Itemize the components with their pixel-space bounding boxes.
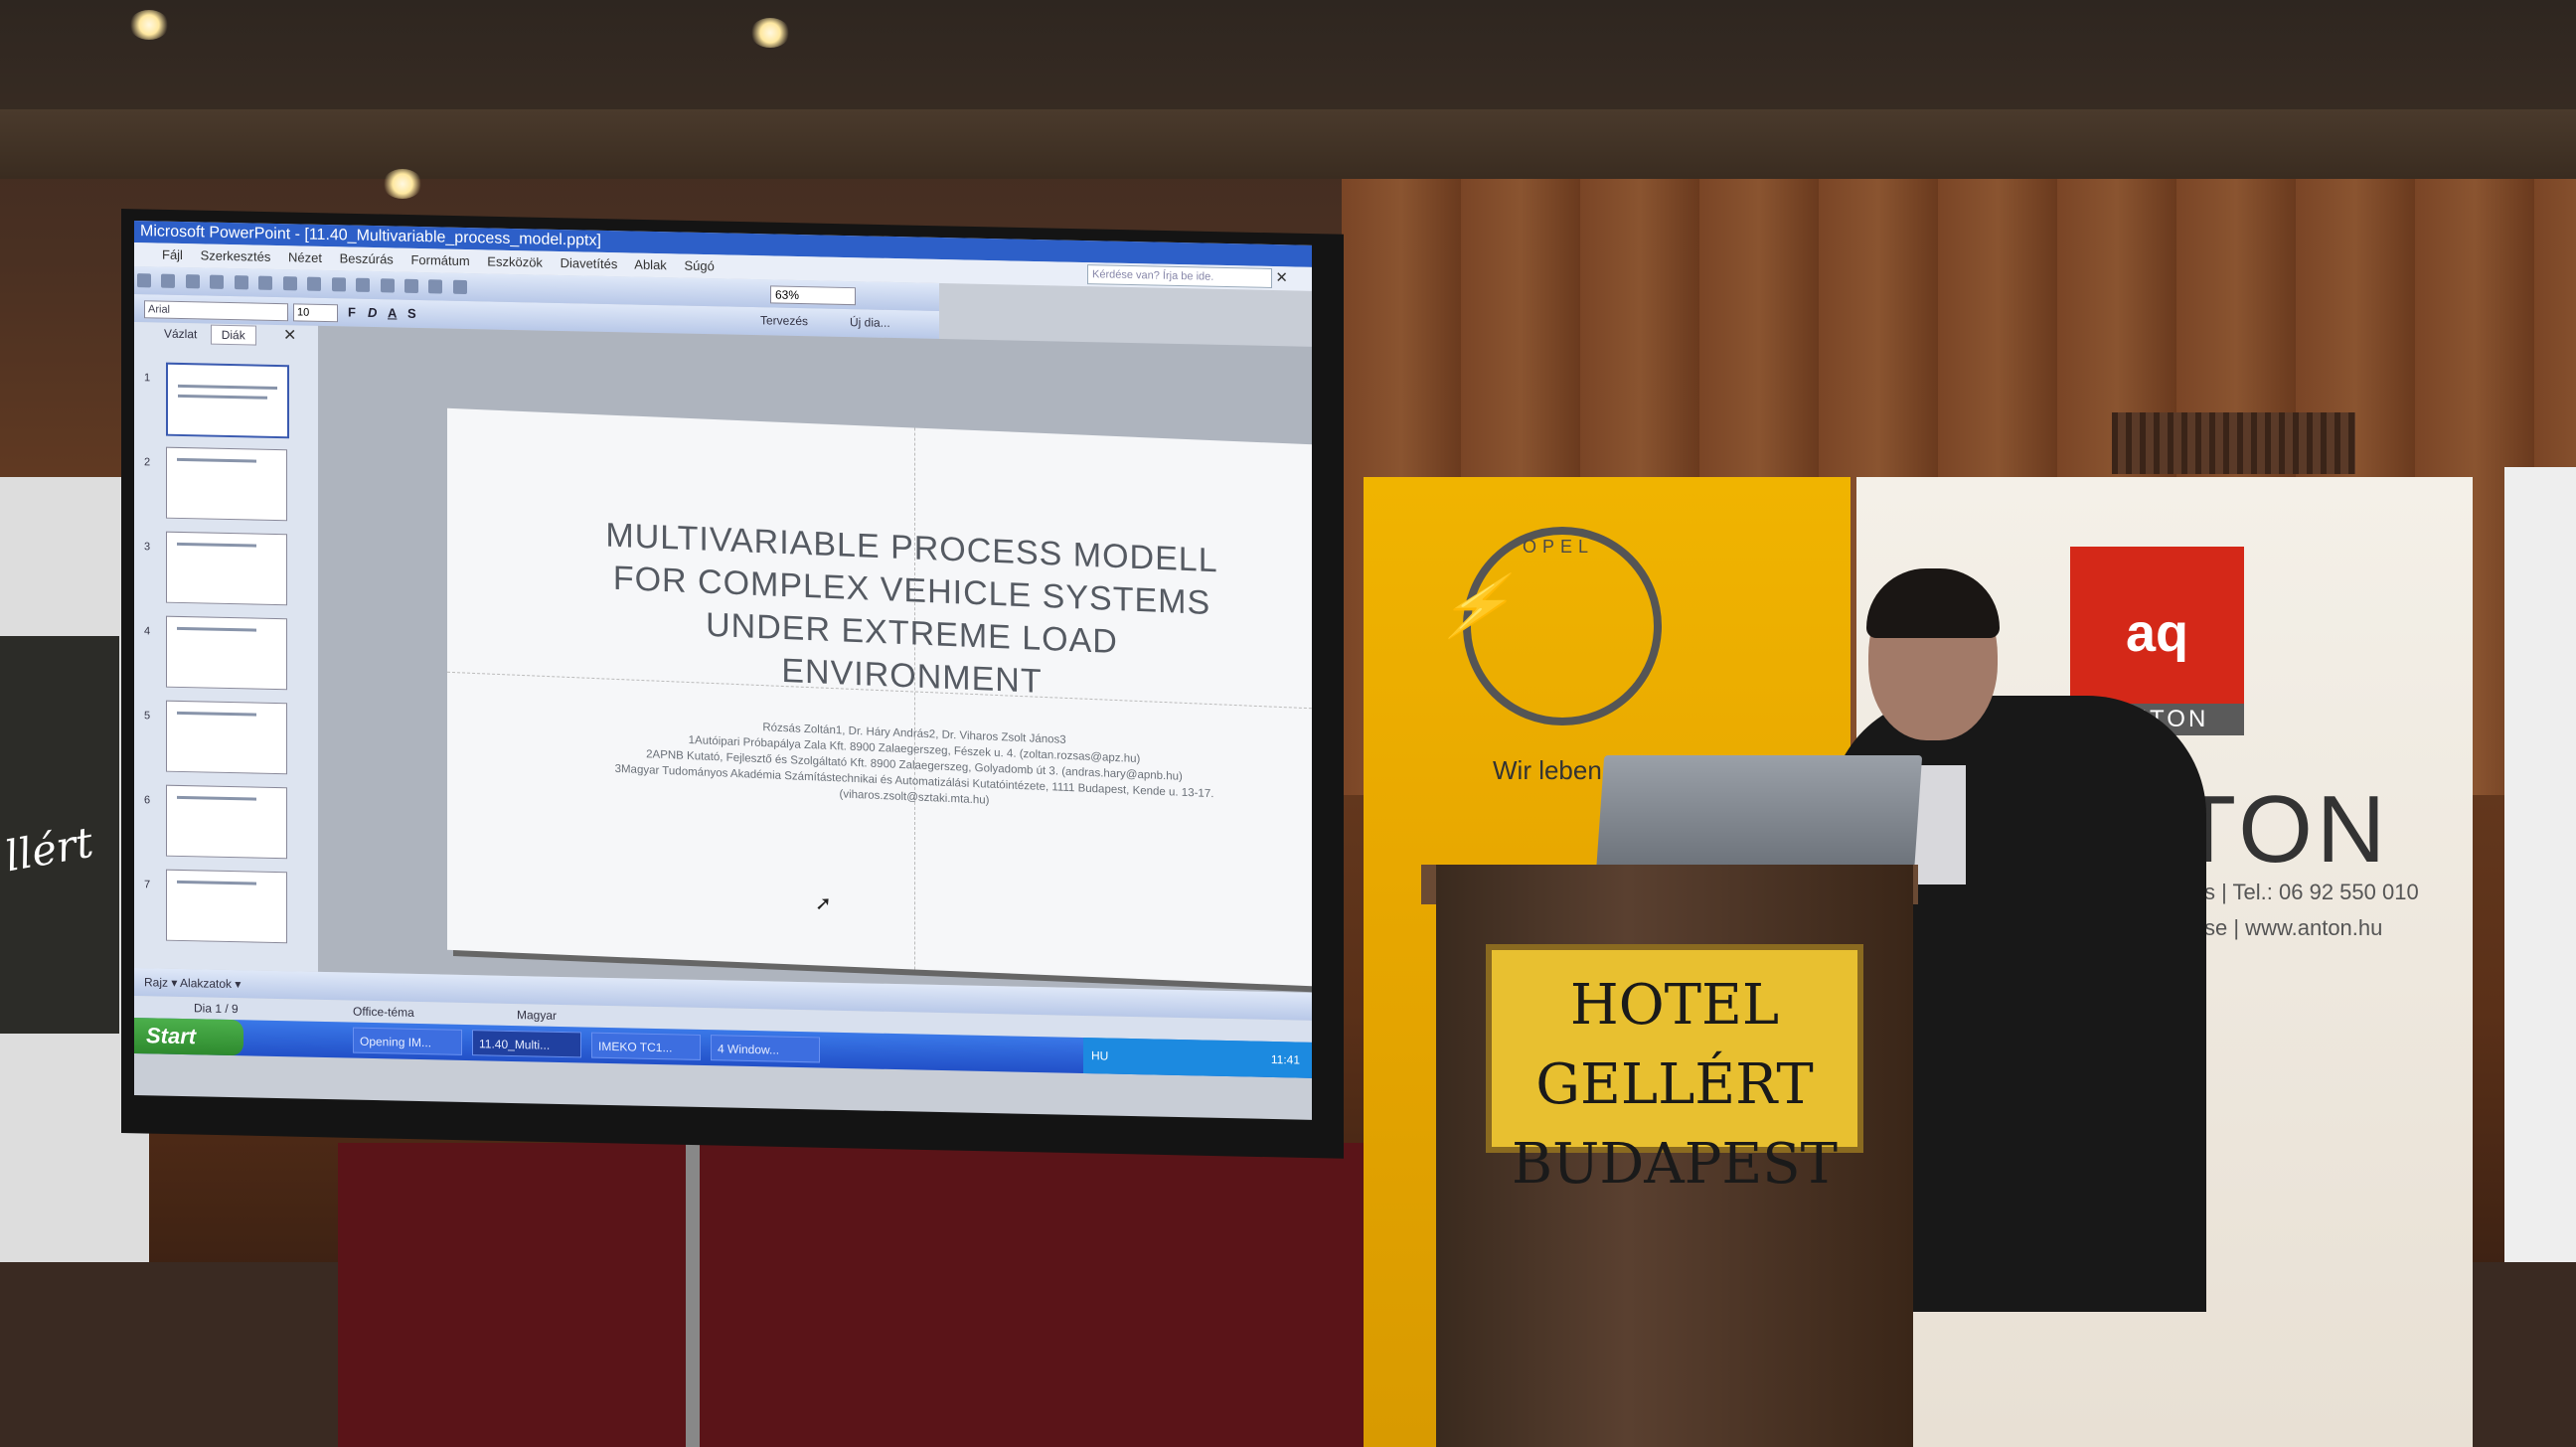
tab-slides[interactable]: Diák: [210, 324, 256, 346]
slide-editing-area: MULTIVARIABLE PROCESS MODELL FOR COMPLEX…: [318, 325, 1312, 993]
menu-file[interactable]: Fájl: [162, 247, 183, 262]
slide-thumbnail[interactable]: [166, 531, 287, 606]
slide-authors[interactable]: Rózsás Zoltán1, Dr. Háry András2, Dr. Vi…: [566, 712, 1262, 820]
zoom-select[interactable]: 63%: [770, 285, 856, 306]
theme-name: Office-téma: [353, 1004, 414, 1020]
ceiling-light: [383, 169, 422, 199]
opel-bolt-icon: ⚡: [1430, 572, 1530, 639]
thumb-text-line: [178, 384, 277, 391]
menu-insert[interactable]: Beszúrás: [340, 250, 394, 266]
pane-close-icon[interactable]: ✕: [283, 325, 296, 345]
podium-plaque: HOTEL GELLÉRT BUDAPEST: [1486, 944, 1863, 1197]
spell-icon[interactable]: [258, 275, 273, 290]
taskbar-clock: 11:41: [1270, 1051, 1300, 1067]
thumbnail-number: 4: [144, 625, 151, 638]
tab-outline[interactable]: Vázlat: [154, 324, 207, 343]
menu-view[interactable]: Nézet: [288, 249, 322, 265]
slide-title[interactable]: MULTIVARIABLE PROCESS MODELL FOR COMPLEX…: [547, 512, 1277, 714]
shadow-button[interactable]: S: [407, 306, 416, 321]
menu-slideshow[interactable]: Diavetítés: [561, 255, 618, 271]
chart-icon[interactable]: [403, 278, 418, 293]
mouse-cursor-icon: ➚: [815, 892, 832, 916]
thumbnail-number: 5: [144, 710, 151, 723]
slide-thumbnail[interactable]: [166, 615, 287, 691]
underline-button[interactable]: A: [388, 305, 397, 320]
italic-button[interactable]: D: [368, 305, 377, 320]
close-icon[interactable]: ✕: [1275, 266, 1288, 290]
help-search-input[interactable]: Kérdése van? Írja be ide.: [1087, 264, 1272, 288]
print-icon[interactable]: [210, 274, 225, 289]
opel-slogan: Wir leben: [1493, 755, 1602, 785]
slide-thumbnail[interactable]: [166, 362, 289, 439]
cut-icon[interactable]: [282, 276, 297, 291]
new-icon[interactable]: [137, 273, 151, 288]
wall-vent: [2112, 412, 2355, 474]
paste-icon[interactable]: [331, 277, 346, 292]
thumb-text-line: [177, 795, 256, 801]
guide-line: [914, 427, 915, 970]
input-language[interactable]: HU: [1091, 1038, 1108, 1073]
pane-tabs: Vázlat Diák: [154, 322, 256, 346]
thumb-text-line: [177, 880, 256, 885]
plaque-line: HOTEL GELLÉRT: [1535, 973, 1814, 1117]
thumb-text-line: [177, 457, 256, 463]
ceiling-light: [129, 10, 169, 40]
ceiling-band: [0, 109, 2576, 179]
slide-counter: Dia 1 / 9: [194, 1001, 239, 1017]
thumb-text-line: [177, 626, 256, 632]
draw-menu[interactable]: Rajz ▾ Alakzatok ▾: [144, 975, 241, 991]
grid-icon[interactable]: [452, 279, 467, 295]
slide-thumbnail[interactable]: [166, 869, 287, 944]
anton-contact: s | Tel.: 06 92 550 010 se | www.anton.h…: [2204, 875, 2419, 946]
start-button[interactable]: Start: [134, 1018, 243, 1056]
system-tray: HU 11:41: [1083, 1038, 1312, 1078]
thumbnail-number: 1: [144, 372, 151, 385]
taskbar-item[interactable]: Opening IM...: [353, 1027, 462, 1055]
thumbnail-number: 3: [144, 541, 151, 554]
thumbnail-number: 2: [144, 456, 151, 469]
taskbar-item[interactable]: IMEKO TC1...: [591, 1032, 701, 1060]
taskbar-item[interactable]: 11.40_Multi...: [472, 1030, 581, 1058]
slide-thumbnail[interactable]: [166, 784, 287, 860]
projection-screen: Microsoft PowerPoint - [11.40_Multivaria…: [134, 221, 1312, 1120]
thumb-text-line: [177, 711, 256, 717]
slides-pane: Vázlat Diák ✕ 1 2 3 4 5 6 7: [134, 322, 318, 972]
new-slide-button[interactable]: Új dia...: [850, 315, 890, 330]
plaque-line: BUDAPEST: [1512, 1132, 1838, 1197]
ceiling-light: [750, 18, 790, 48]
thumbnail-number: 6: [144, 794, 151, 807]
slide-thumbnail[interactable]: [166, 446, 287, 522]
design-button[interactable]: Tervezés: [760, 313, 808, 328]
right-banner: [2504, 467, 2576, 1262]
redo-icon[interactable]: [380, 278, 395, 293]
copy-icon[interactable]: [307, 276, 322, 291]
language-status: Magyar: [517, 1008, 558, 1023]
bold-button[interactable]: F: [348, 305, 356, 320]
menu-window[interactable]: Ablak: [634, 257, 667, 273]
open-icon[interactable]: [161, 273, 176, 288]
thumb-text-line: [178, 394, 267, 400]
save-icon[interactable]: [185, 274, 200, 289]
menu-tools[interactable]: Eszközök: [487, 253, 543, 269]
slide-thumbnail[interactable]: [166, 700, 287, 775]
thumbnail-number: 7: [144, 879, 151, 891]
menu-help[interactable]: Súgó: [684, 258, 714, 274]
current-slide[interactable]: MULTIVARIABLE PROCESS MODELL FOR COMPLEX…: [447, 407, 1312, 989]
contact-line: se | www.anton.hu: [2204, 915, 2383, 940]
font-size-select[interactable]: 10: [293, 303, 338, 323]
aq-logo: aq: [2070, 547, 2244, 721]
contact-line: s | Tel.: 06 92 550 010: [2204, 880, 2419, 904]
menu-format[interactable]: Formátum: [410, 252, 469, 268]
preview-icon[interactable]: [234, 275, 248, 290]
taskbar-item[interactable]: 4 Window...: [711, 1035, 820, 1063]
undo-icon[interactable]: [356, 277, 371, 292]
screen-stand: [686, 1143, 700, 1447]
laptop: [1595, 755, 1923, 875]
table-icon[interactable]: [428, 279, 443, 294]
thumb-text-line: [177, 542, 256, 548]
opel-logo-text: OPEL: [1523, 537, 1595, 557]
font-name-select[interactable]: Arial: [144, 300, 288, 322]
stage-skirt: [338, 1143, 1381, 1447]
menu-edit[interactable]: Szerkesztés: [201, 247, 271, 263]
